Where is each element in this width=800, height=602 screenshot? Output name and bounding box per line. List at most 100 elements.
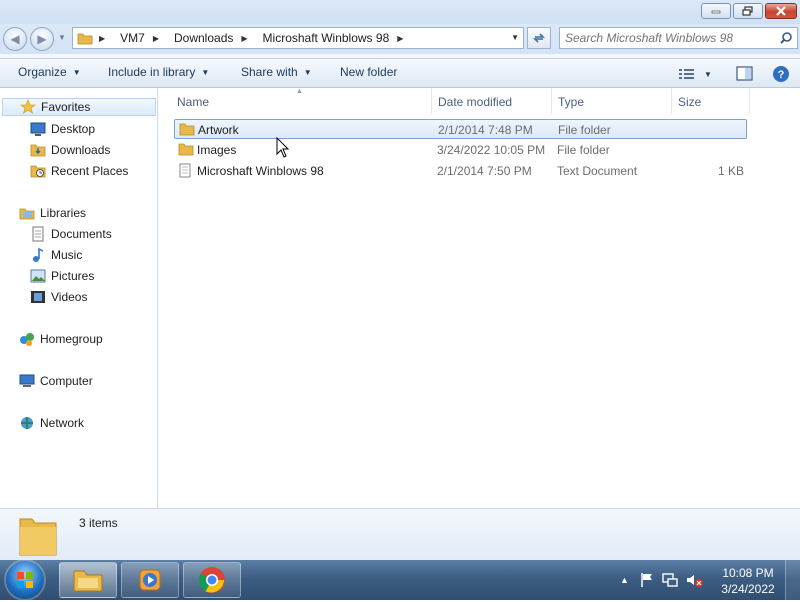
- network-status-icon[interactable]: [661, 572, 679, 588]
- file-row[interactable]: Images 3/24/2022 10:05 PM File folder: [174, 140, 747, 160]
- column-header-name[interactable]: Name: [177, 91, 209, 113]
- preview-pane-icon[interactable]: [736, 66, 754, 82]
- include-in-library-button[interactable]: Include in library ▼: [108, 65, 209, 79]
- recent-pages-dropdown[interactable]: ▼: [58, 33, 66, 42]
- column-header-type[interactable]: Type: [558, 91, 584, 113]
- file-row[interactable]: Artwork 2/1/2014 7:48 PM File folder: [174, 119, 747, 139]
- search-box: [559, 27, 798, 49]
- nav-computer[interactable]: Computer: [19, 372, 93, 390]
- libraries-icon: [19, 205, 35, 221]
- action-center-flag-icon[interactable]: [639, 572, 655, 588]
- sort-ascending-icon: ▲: [296, 88, 303, 95]
- file-row[interactable]: Microshaft Winblows 98 2/1/2014 7:50 PM …: [174, 161, 747, 181]
- chevron-right-icon: ▶: [241, 33, 248, 43]
- windows-explorer-icon: [73, 570, 103, 592]
- chevron-right-icon: ▶: [99, 33, 106, 43]
- close-icon: [776, 6, 786, 16]
- column-header-date[interactable]: Date modified: [438, 91, 512, 113]
- nav-homegroup-label: Homegroup: [40, 332, 103, 346]
- address-bar[interactable]: ▶ VM7 ▶ Downloads ▶ Microshaft Winblows …: [72, 27, 524, 49]
- nav-videos[interactable]: Videos: [30, 288, 87, 306]
- forward-button[interactable]: ▶: [30, 27, 54, 51]
- column-divider[interactable]: [551, 88, 552, 114]
- nav-favorites[interactable]: Favorites: [2, 98, 156, 116]
- folder-icon: [19, 518, 57, 556]
- nav-documents-label: Documents: [51, 227, 112, 241]
- taskbar-chrome[interactable]: [183, 562, 241, 598]
- organize-label: Organize: [18, 65, 67, 79]
- help-icon[interactable]: ?: [772, 65, 790, 83]
- file-date: 2/1/2014 7:50 PM: [437, 164, 532, 178]
- breadcrumb-separator[interactable]: ▶: [153, 34, 166, 43]
- refresh-button[interactable]: [527, 27, 551, 49]
- breadcrumb-separator[interactable]: ▶: [397, 34, 410, 43]
- item-count: 3 items: [79, 516, 118, 530]
- breadcrumb-item[interactable]: VM7: [120, 31, 145, 45]
- search-icon[interactable]: [779, 31, 793, 45]
- breadcrumb-item[interactable]: Downloads: [174, 31, 233, 45]
- new-folder-label: New folder: [340, 65, 398, 79]
- new-folder-button[interactable]: New folder: [340, 65, 397, 79]
- star-icon: [20, 99, 36, 115]
- taskbar-media-player[interactable]: [121, 562, 179, 598]
- show-hidden-icons-icon[interactable]: ▲: [620, 575, 629, 585]
- close-button[interactable]: [765, 3, 797, 19]
- search-input[interactable]: [565, 30, 775, 46]
- taskbar: ▲ 10:08 PM 3/24/2022: [0, 560, 800, 600]
- file-name: Images: [197, 143, 237, 157]
- command-bar: Organize ▼ Include in library ▼ Share with…: [0, 58, 800, 88]
- breadcrumb-item[interactable]: Microshaft Winblows 98: [263, 31, 390, 45]
- organize-button[interactable]: Organize ▼: [18, 65, 81, 79]
- nav-documents[interactable]: Documents: [30, 225, 112, 243]
- computer-icon: [19, 373, 35, 389]
- breadcrumb-label: VM7: [120, 31, 145, 45]
- nav-desktop[interactable]: Desktop: [30, 120, 95, 138]
- restore-button[interactable]: [733, 3, 763, 19]
- nav-libraries[interactable]: Libraries: [19, 204, 86, 222]
- explorer-window: ◀ ▶ ▼ ▶ VM7 ▶ Downloads ▶ Microshaft Win…: [0, 0, 800, 560]
- nav-recent-places-label: Recent Places: [51, 164, 129, 178]
- chevron-down-icon: ▼: [303, 67, 312, 77]
- nav-homegroup[interactable]: Homegroup: [19, 330, 103, 348]
- nav-downloads[interactable]: Downloads: [30, 141, 110, 159]
- title-bar: [0, 0, 800, 24]
- mouse-pointer-icon: [276, 137, 290, 158]
- show-desktop-button[interactable]: [785, 560, 800, 600]
- column-divider[interactable]: [749, 88, 750, 114]
- file-name: Artwork: [198, 123, 239, 137]
- pictures-icon: [30, 268, 46, 284]
- text-document-icon: [179, 163, 191, 178]
- chevron-down-icon: ▼: [72, 67, 81, 77]
- nav-videos-label: Videos: [51, 290, 88, 304]
- minimize-button[interactable]: [701, 3, 731, 19]
- column-header-label: Type: [558, 95, 585, 109]
- column-divider[interactable]: [671, 88, 672, 114]
- file-type: Text Document: [557, 164, 638, 178]
- nav-recent-places[interactable]: Recent Places: [30, 162, 128, 180]
- system-clock[interactable]: 10:08 PM 3/24/2022: [718, 565, 778, 597]
- column-divider[interactable]: [431, 88, 432, 114]
- breadcrumb-root[interactable]: ▶: [99, 34, 112, 43]
- back-button[interactable]: ◀: [3, 27, 27, 51]
- nav-network[interactable]: Network: [19, 414, 84, 432]
- chevron-down-icon[interactable]: ▼: [704, 70, 712, 79]
- change-view-icon[interactable]: [678, 67, 696, 81]
- view-options: ▼ ?: [678, 65, 790, 83]
- chevron-right-icon: ▶: [152, 33, 159, 43]
- column-header-label: Name: [177, 95, 210, 109]
- nav-music[interactable]: Music: [30, 246, 82, 264]
- share-with-button[interactable]: Share with ▼: [241, 65, 312, 79]
- arrow-right-icon: ▶: [37, 32, 47, 46]
- start-button[interactable]: [6, 561, 44, 599]
- chevron-right-icon: ▶: [397, 33, 404, 43]
- taskbar-explorer[interactable]: [59, 562, 117, 598]
- volume-muted-icon[interactable]: [685, 572, 703, 588]
- chrome-icon: [198, 567, 225, 593]
- column-header-size[interactable]: Size: [678, 91, 701, 113]
- nav-pictures[interactable]: Pictures: [30, 267, 94, 285]
- address-history-dropdown[interactable]: ▼: [511, 33, 519, 42]
- breadcrumb-label: Microshaft Winblows 98: [262, 31, 390, 45]
- address-row: ◀ ▶ ▼ ▶ VM7 ▶ Downloads ▶ Microshaft Win…: [0, 24, 800, 54]
- refresh-icon: [533, 33, 545, 43]
- breadcrumb-separator[interactable]: ▶: [241, 34, 254, 43]
